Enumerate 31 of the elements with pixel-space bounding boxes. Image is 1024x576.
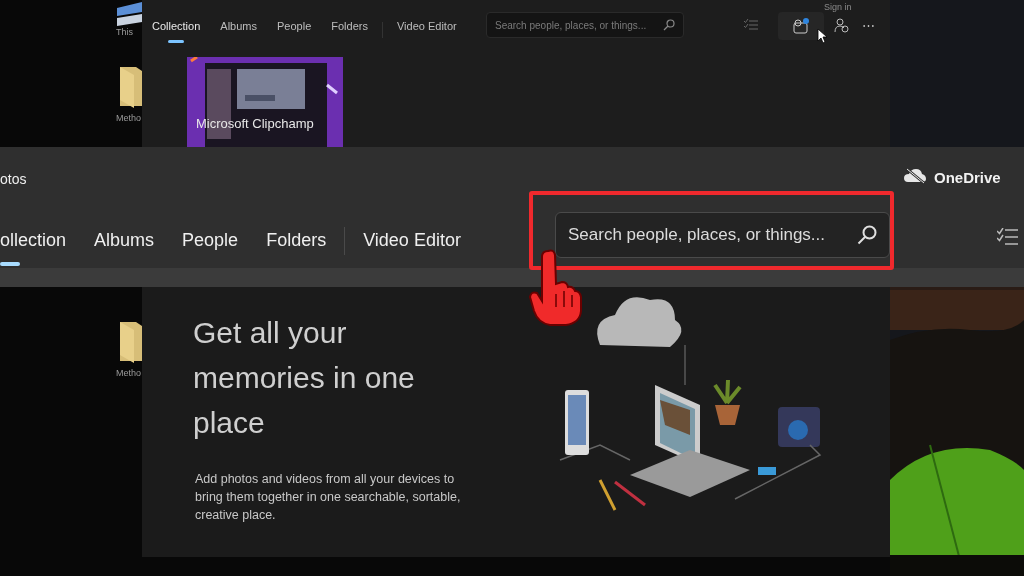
app-title: otos <box>0 170 27 189</box>
tooltip-label: Sign in <box>824 1 852 14</box>
nav-tab[interactable]: ollection <box>0 227 81 266</box>
heading: Get all your memories in one place <box>193 315 416 441</box>
search-field[interactable]: Search people, places, or things... <box>555 212 890 258</box>
nav-tab[interactable]: People <box>168 227 253 266</box>
nav-tab[interactable]: Video Editor <box>349 227 475 266</box>
nav-tab[interactable]: Folders <box>252 227 341 266</box>
pointing-hand-icon <box>528 249 584 327</box>
cloud-label[interactable]: OneDrive <box>934 167 1001 190</box>
nav-tab[interactable]: Folders <box>321 18 378 43</box>
search-icon[interactable] <box>857 225 877 245</box>
select-icon[interactable] <box>997 228 1018 246</box>
tile-title[interactable]: Microsoft Clipchamp <box>196 114 314 134</box>
import-button[interactable] <box>778 12 824 40</box>
search-field[interactable]: Search people, places, or things... <box>486 12 684 38</box>
more-button[interactable]: ⋯ <box>860 16 877 36</box>
description: Add photos and videos from all your devices to bring them together in one searchable, sortable, creative place. <box>195 471 462 524</box>
computer-icon[interactable] <box>115 2 142 28</box>
search-icon[interactable] <box>663 19 675 31</box>
import-icon[interactable] <box>793 18 809 34</box>
icon-label[interactable]: This <box>116 26 133 40</box>
nav-tab[interactable]: People <box>267 18 322 43</box>
icon-label[interactable]: Metho <box>116 112 141 126</box>
icon-label[interactable]: Metho <box>116 367 141 381</box>
nav-tab[interactable]: Albums <box>80 227 169 266</box>
nav-tab[interactable]: Albums <box>210 18 267 43</box>
nav-tab[interactable]: Collection <box>142 18 211 43</box>
cloud-off-icon <box>904 168 926 184</box>
account-icon[interactable] <box>834 18 849 33</box>
nav-tab[interactable]: Video Editor <box>386 18 467 43</box>
